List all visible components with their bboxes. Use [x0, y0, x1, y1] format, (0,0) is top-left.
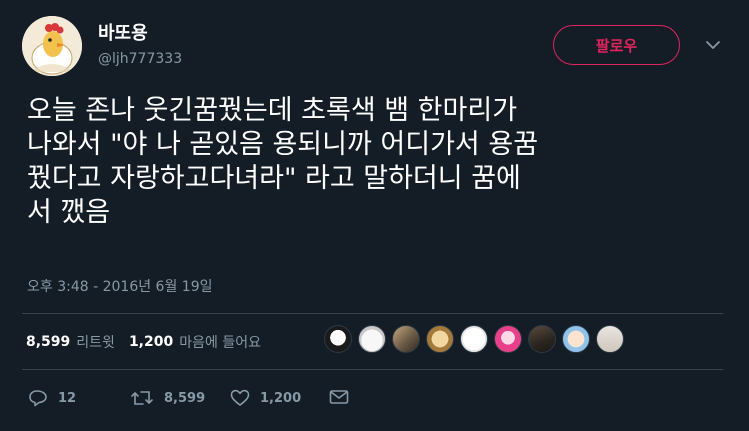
- chicken-avatar-icon: [22, 16, 82, 76]
- retweet-icon: [131, 391, 153, 405]
- divider: [22, 313, 723, 314]
- message-icon: [329, 390, 349, 404]
- liker-avatar[interactable]: [358, 325, 386, 353]
- liker-avatar[interactable]: [494, 325, 522, 353]
- tweet-text: 오늘 존나 웃긴꿈꿨는데 초록색 뱀 한마리가 나와서 "야 나 곧있음 용되니…: [27, 95, 539, 228]
- tweet-timestamp[interactable]: 오후 3:48 - 2016년 6월 19일: [27, 276, 213, 296]
- liker-avatars: [324, 325, 630, 353]
- heart-icon: [230, 389, 250, 406]
- likes-stat[interactable]: 1,200 마음에 들어요: [129, 332, 275, 352]
- likes-count: 1,200: [128, 334, 174, 350]
- user-avatar[interactable]: [22, 16, 82, 76]
- retweets-label: 리트윗: [76, 335, 115, 351]
- follow-button[interactable]: 팔로우: [553, 25, 680, 65]
- like-count: 1,200: [260, 390, 302, 406]
- retweet-action[interactable]: 8,599: [130, 389, 205, 407]
- retweets-count: 8,599: [26, 334, 71, 350]
- liker-avatar[interactable]: [324, 325, 352, 353]
- like-action[interactable]: 1,200: [230, 389, 301, 407]
- tweet-stats: 8,599 리트윗 1,200 마음에 들어요: [26, 332, 275, 352]
- user-handle[interactable]: @ljh777333: [98, 51, 182, 67]
- display-name[interactable]: 바또용: [98, 19, 148, 45]
- reply-icon: [29, 390, 47, 407]
- reply-count: 12: [58, 390, 77, 406]
- chevron-down-icon[interactable]: [703, 38, 723, 52]
- retweets-stat[interactable]: 8,599 리트윗: [26, 332, 129, 352]
- liker-avatar[interactable]: [460, 325, 488, 353]
- liker-avatar[interactable]: [426, 325, 454, 353]
- likes-label: 마음에 들어요: [179, 335, 261, 351]
- message-action[interactable]: [329, 389, 349, 405]
- liker-avatar[interactable]: [392, 325, 420, 353]
- retweet-count: 8,599: [164, 390, 206, 406]
- liker-avatar[interactable]: [528, 325, 556, 353]
- liker-avatar[interactable]: [562, 325, 590, 353]
- divider: [22, 369, 723, 370]
- reply-action[interactable]: 12: [28, 389, 76, 407]
- liker-avatar[interactable]: [596, 325, 624, 353]
